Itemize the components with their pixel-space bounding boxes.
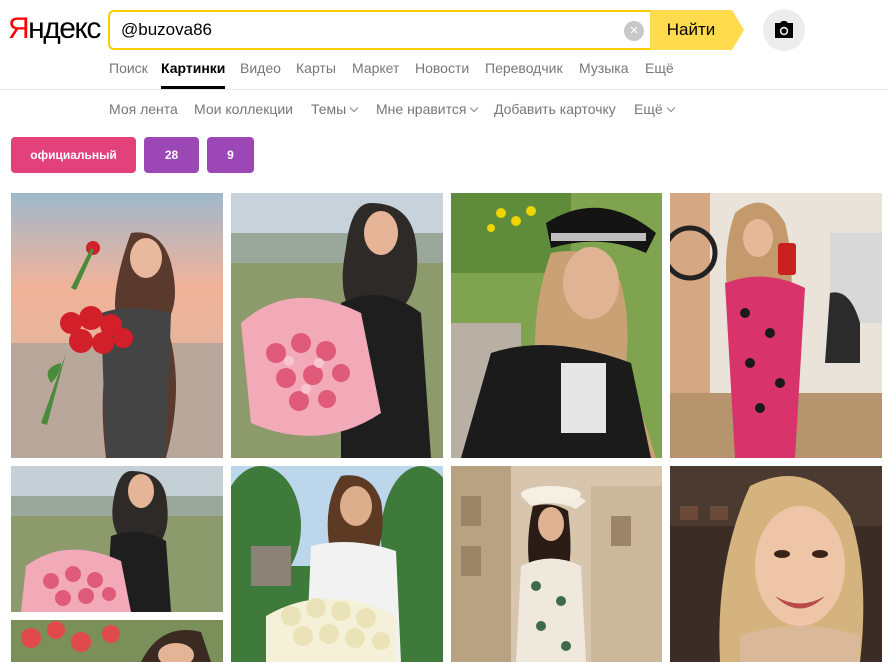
- search-button-arrow: [732, 10, 744, 50]
- image-woman-flowers-partial[interactable]: [11, 620, 223, 662]
- image-woman-black-cap-selfie[interactable]: [451, 193, 662, 458]
- tab-search[interactable]: Поиск: [109, 60, 148, 76]
- image-woman-white-hat-street[interactable]: [451, 466, 662, 662]
- logo-letter: Я: [8, 12, 30, 45]
- logo-text: ндекс: [28, 12, 101, 45]
- subnav-add-card[interactable]: Добавить карточку: [494, 101, 616, 117]
- search-input[interactable]: [121, 19, 611, 41]
- tab-video[interactable]: Видео: [240, 60, 281, 76]
- chevron-down-icon: [350, 103, 359, 113]
- tab-market[interactable]: Маркет: [352, 60, 399, 76]
- tab-translator[interactable]: Переводчик: [485, 60, 563, 76]
- chevron-down-icon: [470, 103, 479, 113]
- tab-images[interactable]: Картинки: [161, 60, 226, 89]
- image-woman-pink-bouquet[interactable]: [231, 193, 443, 458]
- yandex-logo[interactable]: Яндекс: [8, 12, 101, 46]
- chip-9[interactable]: 9: [207, 137, 254, 173]
- tab-music[interactable]: Музыка: [579, 60, 629, 76]
- subnav-my-feed[interactable]: Моя лента: [109, 101, 178, 117]
- subnav-themes[interactable]: Темы: [311, 101, 359, 117]
- search-box: ×: [108, 10, 650, 50]
- chip-official[interactable]: официальный: [11, 137, 136, 173]
- search-bar: × Найти: [108, 10, 744, 50]
- subnav-i-like[interactable]: Мне нравится: [376, 101, 479, 117]
- subnav-more[interactable]: Ещё: [634, 101, 675, 117]
- tab-more[interactable]: Ещё: [645, 60, 674, 76]
- image-woman-white-roses[interactable]: [231, 466, 443, 662]
- chevron-down-icon: [666, 103, 675, 113]
- image-woman-bouquet-small[interactable]: [11, 466, 223, 612]
- image-woman-portrait-smile[interactable]: [670, 466, 882, 662]
- subnav-my-collections[interactable]: Мои коллекции: [194, 101, 293, 117]
- subnav-i-like-label: Мне нравится: [376, 101, 467, 117]
- tab-maps[interactable]: Карты: [296, 60, 336, 76]
- search-submit-button[interactable]: Найти: [650, 10, 732, 50]
- subnav-themes-label: Темы: [311, 101, 347, 117]
- camera-icon[interactable]: [763, 9, 805, 51]
- chip-28[interactable]: 28: [144, 137, 199, 173]
- clear-search-button[interactable]: ×: [624, 21, 644, 41]
- image-woman-floral-dress-selfie[interactable]: [670, 193, 882, 458]
- header-divider: [0, 89, 888, 90]
- tab-news[interactable]: Новости: [415, 60, 469, 76]
- subnav-more-label: Ещё: [634, 101, 663, 117]
- image-woman-red-roses-sunset[interactable]: [11, 193, 223, 458]
